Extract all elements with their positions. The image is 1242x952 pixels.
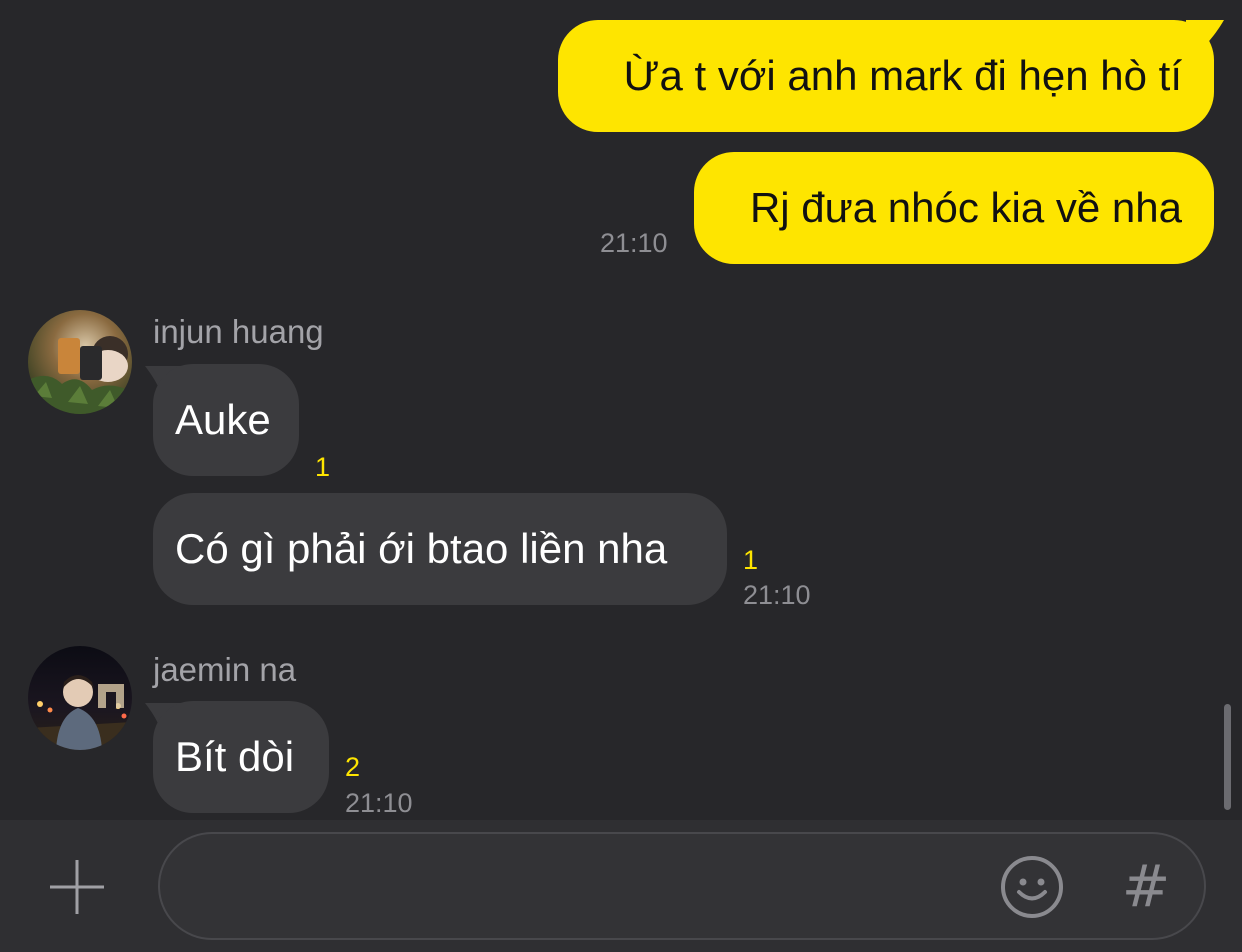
unread-count: 1 — [315, 452, 331, 482]
avatar-injun-huang[interactable] — [28, 310, 132, 414]
sender-name: jaemin na — [153, 651, 297, 688]
chat-message-list[interactable]: Ừa t với anh mark đi hẹn hò tí 21:10 Rj … — [0, 0, 1242, 820]
incoming-message-bubble[interactable]: Có gì phải ới btao liền nha — [153, 493, 727, 605]
chat-scrollbar[interactable] — [1224, 704, 1231, 810]
profile-photo — [28, 646, 132, 750]
profile-photo — [28, 310, 132, 414]
sender-name: injun huang — [153, 313, 324, 350]
message-timestamp: 21:10 — [600, 228, 668, 258]
hash-icon[interactable]: # — [1118, 854, 1174, 918]
smiley-icon[interactable] — [998, 853, 1066, 921]
incoming-message-bubble[interactable]: Bít dòi — [153, 701, 329, 813]
outgoing-message-bubble[interactable]: Rj đưa nhóc kia về nha — [694, 152, 1214, 264]
avatar-jaemin-na[interactable] — [28, 646, 132, 750]
plus-icon[interactable] — [46, 856, 108, 918]
message-timestamp: 21:10 — [345, 788, 413, 818]
outgoing-message-bubble[interactable]: Ừa t với anh mark đi hẹn hò tí — [558, 20, 1214, 132]
message-timestamp: 21:10 — [743, 580, 811, 610]
outgoing-bubble-tail — [1186, 20, 1224, 54]
message-input-bar: # — [0, 820, 1242, 952]
incoming-message-bubble[interactable]: Auke — [153, 364, 299, 476]
unread-count: 2 — [345, 752, 361, 782]
unread-count: 1 — [743, 545, 759, 575]
